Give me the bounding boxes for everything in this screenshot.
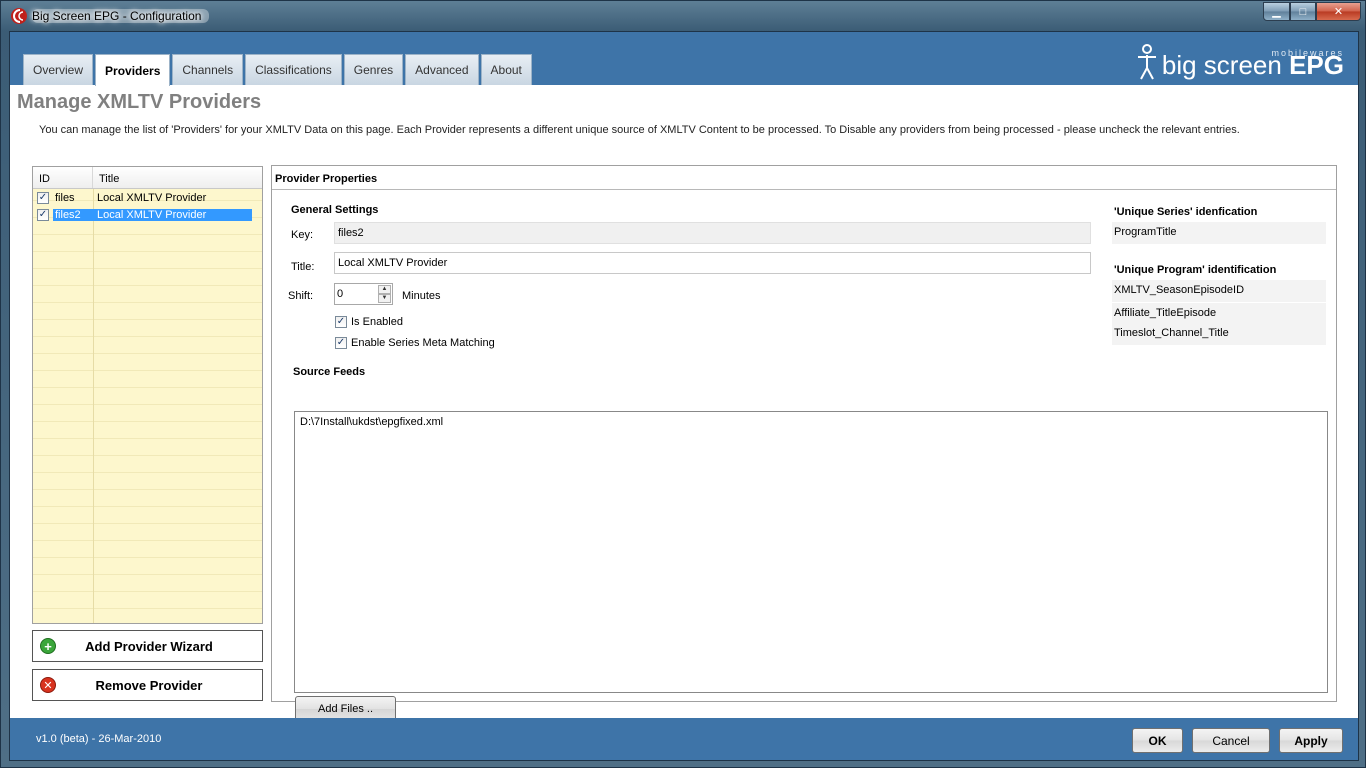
title-input[interactable]: Local XMLTV Provider	[334, 252, 1091, 274]
source-feeds-list[interactable]: D:\7Install\ukdst\epgfixed.xml	[294, 411, 1328, 693]
series-meta-label: Enable Series Meta Matching	[351, 337, 495, 349]
tab-bar: Overview Providers Channels Classificati…	[23, 54, 534, 86]
key-label: Key:	[291, 229, 314, 241]
source-feeds-heading: Source Feeds	[293, 366, 366, 378]
spin-down-icon[interactable]: ▼	[378, 294, 391, 303]
page-description: You can manage the list of 'Providers' f…	[39, 124, 1240, 136]
plus-circle-icon: +	[40, 638, 56, 654]
apply-button[interactable]: Apply	[1279, 728, 1343, 753]
provider-title: Local XMLTV Provider	[93, 208, 252, 221]
unique-series-item: ProgramTitle	[1112, 222, 1326, 244]
provider-properties-panel: Provider Properties General Settings Key…	[271, 165, 1337, 722]
version-label: v1.0 (beta) - 26-Mar-2010	[36, 733, 162, 745]
cancel-button[interactable]: Cancel	[1192, 728, 1270, 753]
footer-band: v1.0 (beta) - 26-Mar-2010 OK Cancel Appl…	[10, 718, 1358, 760]
unique-series-heading: 'Unique Series' idenfication	[1114, 206, 1258, 218]
tab-classifications[interactable]: Classifications	[245, 54, 342, 85]
logo-tagline: mobilewares	[1271, 48, 1344, 58]
provider-list-header: ID Title	[33, 167, 262, 189]
add-provider-wizard-button[interactable]: + Add Provider Wizard	[32, 630, 263, 662]
minimize-button[interactable]: ▁	[1263, 2, 1290, 21]
provider-id: files	[55, 191, 75, 204]
column-divider	[93, 189, 94, 623]
provider-row-files[interactable]: ✓ files Local XMLTV Provider	[33, 189, 262, 206]
provider-enabled-checkbox[interactable]: ✓	[37, 208, 49, 221]
shift-label: Shift:	[288, 290, 314, 302]
remove-provider-button[interactable]: ✕ Remove Provider	[32, 669, 263, 701]
unique-program-item: Affiliate_TitleEpisode	[1112, 303, 1326, 325]
remove-circle-icon: ✕	[40, 677, 56, 693]
brand-logo: mobilewares big screen EPG	[1135, 40, 1344, 80]
unique-program-item: Timeslot_Channel_Title	[1112, 323, 1326, 345]
window-controls: ▁ □ ✕	[1263, 2, 1361, 21]
tab-channels[interactable]: Channels	[172, 54, 244, 85]
is-enabled-label: Is Enabled	[351, 316, 403, 328]
page-title: Manage XMLTV Providers	[17, 91, 262, 113]
client-area: Overview Providers Channels Classificati…	[9, 31, 1359, 761]
shift-stepper[interactable]: 0 ▲ ▼	[334, 283, 393, 305]
title-bar[interactable]: Big Screen EPG - Configuration ▁ □ ✕	[1, 1, 1366, 31]
shift-value: 0	[337, 288, 344, 300]
is-enabled-checkbox[interactable]: ✓	[335, 316, 347, 328]
title-label: Title:	[291, 261, 315, 273]
source-feed-item[interactable]: D:\7Install\ukdst\epgfixed.xml	[300, 416, 1322, 428]
close-button[interactable]: ✕	[1316, 2, 1361, 21]
key-field: files2	[334, 222, 1091, 244]
unique-program-heading: 'Unique Program' identification	[1114, 264, 1277, 276]
provider-enabled-checkbox[interactable]: ✓	[37, 191, 49, 204]
maximize-button[interactable]: □	[1290, 2, 1316, 21]
tab-advanced[interactable]: Advanced	[405, 54, 479, 85]
window-title: Big Screen EPG - Configuration	[32, 9, 210, 23]
column-header-id[interactable]: ID	[33, 167, 93, 188]
tab-about[interactable]: About	[480, 54, 532, 85]
ok-button[interactable]: OK	[1132, 728, 1183, 753]
column-header-title[interactable]: Title	[93, 167, 125, 188]
spin-up-icon[interactable]: ▲	[378, 285, 391, 294]
series-meta-row[interactable]: ✓ Enable Series Meta Matching	[335, 337, 495, 349]
panel-header: Provider Properties	[272, 166, 1336, 190]
person-icon	[1137, 44, 1156, 80]
tab-genres[interactable]: Genres	[343, 54, 404, 85]
shift-unit: Minutes	[402, 290, 441, 302]
provider-title: Local XMLTV Provider	[97, 191, 207, 204]
unique-program-item: XMLTV_SeasonEpisodeID	[1112, 280, 1326, 302]
provider-row-files2[interactable]: ✓ files2 Local XMLTV Provider	[33, 206, 262, 223]
provider-id: files2	[53, 208, 93, 221]
tab-overview[interactable]: Overview	[23, 54, 94, 85]
general-settings-heading: General Settings	[291, 204, 379, 216]
provider-list[interactable]: ID Title ✓ files Local XMLTV Provider ✓ …	[32, 166, 263, 624]
tab-providers[interactable]: Providers	[95, 54, 171, 86]
is-enabled-row[interactable]: ✓ Is Enabled	[335, 316, 403, 328]
header-band: Overview Providers Channels Classificati…	[10, 32, 1358, 86]
window-frame: Big Screen EPG - Configuration ▁ □ ✕ Ove…	[0, 0, 1366, 768]
app-logo-icon	[11, 8, 27, 24]
series-meta-checkbox[interactable]: ✓	[335, 337, 347, 349]
